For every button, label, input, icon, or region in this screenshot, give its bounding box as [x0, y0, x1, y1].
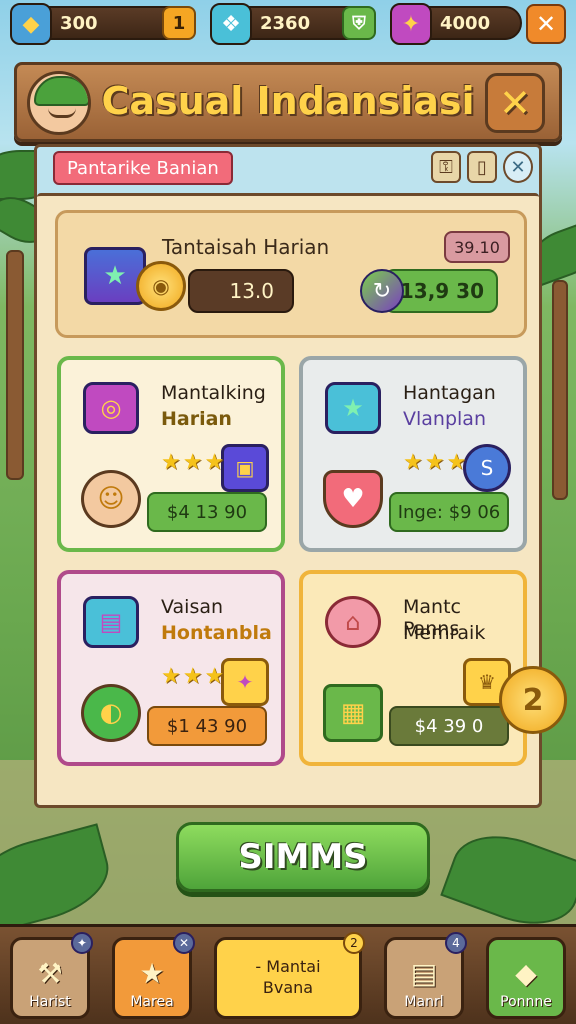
coin-amount: 13.0 — [188, 269, 294, 313]
resource-bar: ◆ 300 1 ❖ 2360 ⛨ ✦ 4000 ✕ — [0, 0, 576, 48]
nav-item-harist[interactable]: ⚒ Harist ✦ — [10, 932, 93, 1019]
nav-label: - Mantai Bvana — [255, 957, 321, 997]
confirm-button[interactable]: SIMMS — [176, 822, 430, 892]
star-icon: ★ — [139, 957, 165, 990]
hammer-icon: ⚒ — [37, 957, 63, 990]
shop-content: ★ ◉ Tantaisah Harian 39.10 13.0 13,9 30 … — [37, 193, 567, 805]
green-chest-icon: ▦ — [323, 684, 383, 742]
close-icon[interactable]: ✕ — [503, 151, 533, 183]
buy-button[interactable]: $1 43 90 — [147, 706, 267, 746]
item-name: Vaisan — [161, 596, 224, 618]
shop-panel: Pantarike Banian ⚿ ▯ ✕ ★ ◉ Tantaisah Har… — [34, 144, 567, 808]
shop-item-card[interactable]: ⌂ ▦ ♛ Mantc Panns Memraik $4 39 0 — [299, 570, 527, 766]
title-banner: Casual Indansiasi ✕ — [14, 62, 562, 142]
resource-value: 2360 — [260, 12, 311, 34]
exchange-arrow-icon: ↻ — [360, 269, 404, 313]
gem-icon: ✦ — [390, 3, 432, 45]
item-subtitle: Vlanplan — [403, 408, 486, 430]
nav-item-mantai[interactable]: - Mantai Bvana 2 — [214, 932, 365, 1019]
nav-item-ponnne[interactable]: ◆ Ponnne — [486, 937, 566, 1019]
sparkle-icon: ✦ — [71, 932, 93, 954]
palm-trunk-left — [6, 250, 24, 480]
nav-label: Ponnne — [500, 994, 552, 1010]
spyglass-icon: ◐ — [81, 684, 141, 742]
rating-stars: ★★★ — [161, 450, 227, 475]
close-icon: ✕ — [173, 932, 195, 954]
explorer-avatar-icon: ☺ — [81, 470, 141, 528]
resource-gem: ✦ 4000 — [390, 3, 522, 45]
tab-daily-offer[interactable]: Pantarike Banian — [53, 151, 233, 185]
shop-item-card[interactable]: ▤ ◐ ✦ Vaisan Hontanbla ★★★ $1 43 90 — [57, 570, 285, 766]
shop-item-card[interactable]: ◎ ☺ ▣ Mantalking Harian ★★★ $4 13 90 — [57, 356, 285, 552]
buy-button[interactable]: $4 39 0 — [389, 706, 509, 746]
card-icon[interactable]: ▯ — [467, 151, 497, 183]
resource-value: 300 — [60, 12, 98, 34]
shop-item-card[interactable]: ★ ♥ S Hantagan Vlanplan ★★★ Inge: $9 06 — [299, 356, 527, 552]
notification-badge: 2 — [343, 932, 365, 954]
coin-icon: ◉ — [136, 261, 186, 311]
nav-label: Harist — [29, 994, 71, 1010]
item-subtitle: Harian — [161, 408, 232, 430]
notification-badge: 4 — [445, 932, 467, 954]
panel-toolbar: ⚿ ▯ ✕ — [431, 151, 533, 183]
big-coin-icon: 2 — [499, 666, 567, 734]
close-button[interactable]: ✕ — [485, 73, 545, 133]
timer-badge: 39.10 — [444, 231, 510, 263]
page-title: Casual Indansiasi — [101, 79, 475, 123]
kite-icon: ◆ — [515, 957, 537, 990]
book-icon: ▤ — [410, 957, 438, 990]
buy-button[interactable]: Inge: $9 06 — [389, 492, 509, 532]
gift-box-icon: ▣ — [221, 444, 269, 492]
item-name: Hantagan — [403, 382, 496, 404]
treasure-box-icon: ▤ — [83, 596, 139, 648]
close-icon[interactable]: ✕ — [526, 4, 566, 44]
gem-box-icon: ★ — [325, 382, 381, 434]
nav-item-manrl[interactable]: ▤ Manrl 4 — [384, 932, 467, 1019]
nav-label: Manrl — [404, 994, 444, 1010]
crystal-icon: ❖ — [210, 3, 252, 45]
item-subtitle: Hontanbla — [161, 622, 272, 644]
nav-label: Marea — [130, 994, 174, 1010]
add-resource-button[interactable]: 1 — [162, 6, 196, 40]
item-subtitle: Memraik — [403, 622, 486, 644]
potion-icon: ♥ — [323, 470, 383, 528]
coin-icon: S — [463, 444, 511, 492]
item-name: Mantalking — [161, 382, 266, 404]
shield-icon[interactable]: ⛨ — [342, 6, 376, 40]
buy-button[interactable]: $4 13 90 — [147, 492, 267, 532]
camera-icon: ◎ — [83, 382, 139, 434]
resource-value: 4000 — [440, 12, 491, 34]
palm-trunk-right — [552, 280, 568, 500]
badge-icon: ⌂ — [325, 596, 381, 648]
gold-pot-icon: ✦ — [221, 658, 269, 706]
resource-crystal: ❖ 2360 ⛨ — [210, 3, 376, 45]
lock-icon[interactable]: ⚿ — [431, 151, 461, 183]
nav-item-marea[interactable]: ★ Marea ✕ — [112, 932, 195, 1019]
daily-offer-card[interactable]: ★ ◉ Tantaisah Harian 39.10 13.0 13,9 30 … — [55, 210, 527, 338]
rating-stars: ★★★ — [403, 450, 469, 475]
resource-map: ◆ 300 1 — [10, 3, 196, 45]
bottom-nav: ⚒ Harist ✦ ★ Marea ✕ - Mantai Bvana 2 ▤ … — [0, 924, 576, 1024]
daily-offer-title: Tantaisah Harian — [162, 235, 330, 259]
map-icon: ◆ — [10, 3, 52, 45]
rating-stars: ★★★ — [161, 664, 227, 689]
